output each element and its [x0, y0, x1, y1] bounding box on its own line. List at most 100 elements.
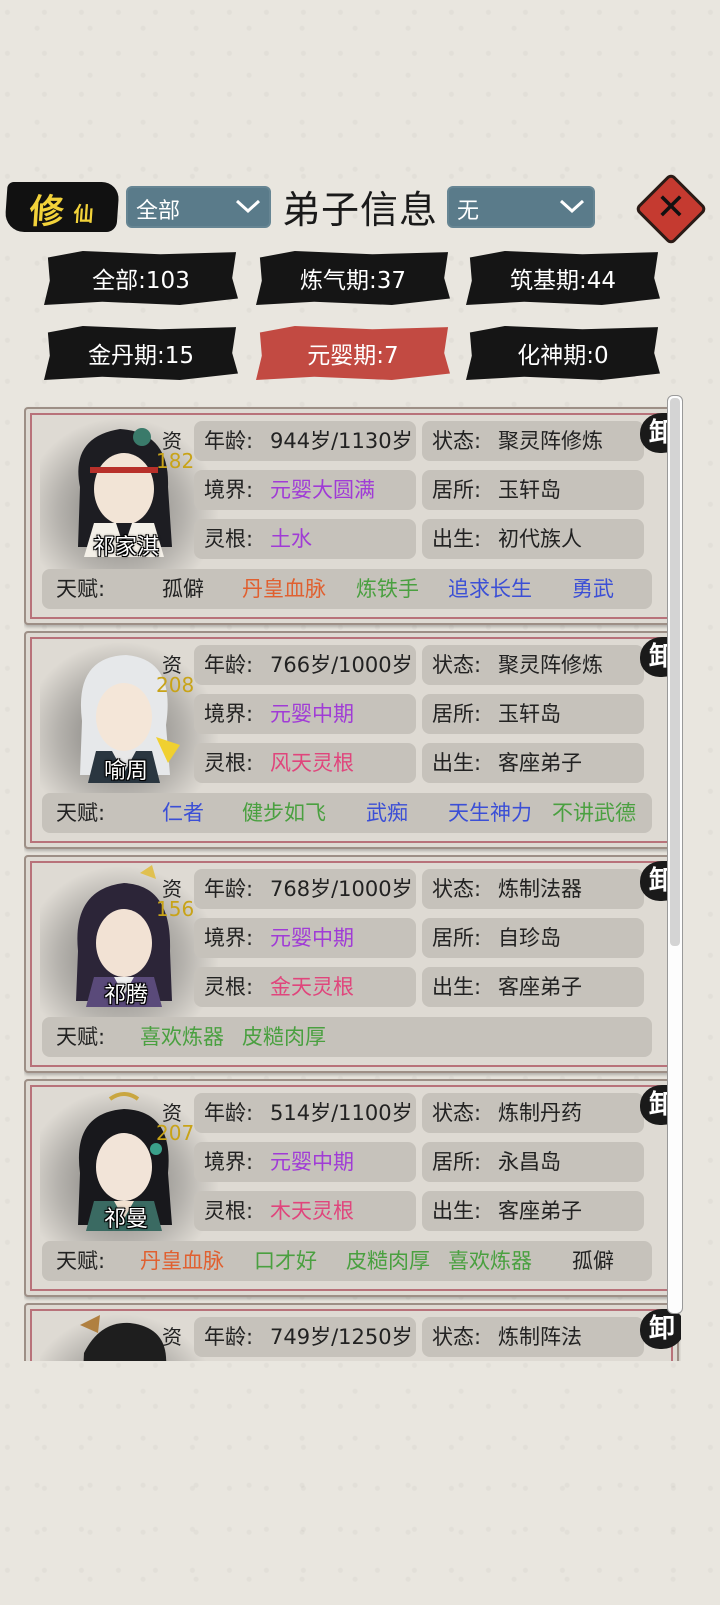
- age-value: 766岁/1000岁: [270, 653, 413, 677]
- disciple-card[interactable]: 资 208 喻周 年龄: 766岁/1000岁 状态: 聚灵阵修炼 境界: 元婴…: [24, 631, 681, 849]
- residence-value: 玉轩岛: [498, 702, 561, 726]
- status-label: 状态:: [432, 877, 482, 901]
- realm-label: 境界:: [204, 1150, 254, 1174]
- age-value: 944岁/1130岁: [270, 429, 413, 453]
- talent-row: 天赋: 仁者 健步如飞 武痴 天生神力 不讲武德: [42, 793, 652, 833]
- disciple-name: 祁曼: [103, 1207, 148, 1232]
- logo-char-big: 修: [28, 192, 66, 232]
- spirit-root-field: 灵根: 木天灵根: [194, 1191, 416, 1231]
- status-label: 状态:: [432, 1325, 482, 1349]
- birth-value: 初代族人: [498, 527, 582, 551]
- talent-row: 天赋: 喜欢炼器 皮糙肉厚: [42, 1017, 652, 1057]
- age-label: 年龄:: [204, 1325, 254, 1349]
- talent-row: 天赋: 孤僻 丹皇血脉 炼铁手 追求长生 勇武: [42, 569, 652, 609]
- page-title: 弟子信息: [282, 188, 439, 232]
- talent-tag: 炼铁手: [356, 577, 419, 601]
- disciple-list[interactable]: 资 182 祁家淇 年龄: 944岁/1130岁 状态: 聚灵阵修炼 境界: 元…: [24, 403, 681, 1361]
- talent-tag: 孤僻: [572, 1249, 614, 1273]
- birth-value: 客座弟子: [498, 751, 582, 775]
- chevron-down-icon: [235, 199, 261, 214]
- residence-field: 居所: 玉轩岛: [422, 470, 644, 510]
- chevron-down-icon: [559, 199, 585, 214]
- realm-field: 境界: 元婴中期: [194, 1142, 416, 1182]
- tab-label: 元婴期:7: [307, 343, 399, 369]
- spirit-root-field: 灵根: 风天灵根: [194, 743, 416, 783]
- retire-button[interactable]: 卸: [640, 1309, 681, 1349]
- tab-label: 金丹期:15: [87, 343, 194, 369]
- birth-field: 出生: 客座弟子: [422, 1191, 644, 1231]
- age-value: 749岁/1250岁: [270, 1325, 413, 1349]
- tab-foundation[interactable]: 筑基期:44: [466, 251, 660, 305]
- realm-value: 元婴中期: [270, 926, 354, 950]
- spirit-root-label: 灵根:: [204, 527, 254, 551]
- realm-value: 元婴大圆满: [270, 478, 375, 502]
- realm-filter-value: 全部: [136, 199, 181, 224]
- talent-tag: 皮糙肉厚: [346, 1249, 430, 1273]
- spirit-root-label: 灵根:: [204, 975, 254, 999]
- tab-qi-refining[interactable]: 炼气期:37: [256, 251, 450, 305]
- realm-label: 境界:: [204, 478, 254, 502]
- birth-field: 出生: 客座弟子: [422, 743, 644, 783]
- age-field: 年龄: 766岁/1000岁: [194, 645, 416, 685]
- close-button[interactable]: ✕: [634, 172, 708, 246]
- tab-nascent-soul[interactable]: 元婴期:7: [256, 326, 450, 380]
- status-value: 炼制丹药: [498, 1101, 582, 1125]
- status-field: 状态: 聚灵阵修炼: [422, 421, 644, 461]
- realm-filter-dropdown[interactable]: 全部: [126, 186, 271, 228]
- talent-label: 天赋:: [56, 801, 106, 825]
- age-value: 514岁/1100岁: [270, 1101, 413, 1125]
- realm-field: 境界: 元婴中期: [194, 694, 416, 734]
- residence-value: 玉轩岛: [498, 478, 561, 502]
- tab-golden-core[interactable]: 金丹期:15: [44, 326, 238, 380]
- status-label: 状态:: [432, 653, 482, 677]
- status-label: 状态:: [432, 1101, 482, 1125]
- disciple-card[interactable]: 资 年龄: 749岁/1250岁 状态: 炼制阵法 卸: [24, 1303, 681, 1361]
- status-field: 状态: 聚灵阵修炼: [422, 645, 644, 685]
- spirit-root-field: 灵根: 金天灵根: [194, 967, 416, 1007]
- birth-label: 出生:: [432, 527, 482, 551]
- birth-field: 出生: 客座弟子: [422, 967, 644, 1007]
- talent-tag: 追求长生: [448, 577, 532, 601]
- talent-tag: 喜欢炼器: [448, 1249, 532, 1273]
- spirit-root-field: 灵根: 土水: [194, 519, 416, 559]
- talent-tag: 丹皇血脉: [140, 1249, 224, 1273]
- status-value: 聚灵阵修炼: [498, 429, 603, 453]
- disciple-card[interactable]: 资 207 祁曼 年龄: 514岁/1100岁 状态: 炼制丹药 境界: 元婴中…: [24, 1079, 681, 1297]
- talent-tag: 丹皇血脉: [242, 577, 326, 601]
- birth-value: 客座弟子: [498, 1199, 582, 1223]
- disciple-name: 祁家淇: [92, 535, 159, 560]
- residence-field: 居所: 自珍岛: [422, 918, 644, 958]
- tab-all[interactable]: 全部:103: [44, 251, 238, 305]
- talent-tag: 喜欢炼器: [140, 1025, 224, 1049]
- residence-value: 自珍岛: [498, 926, 561, 950]
- talent-tag: 仁者: [162, 801, 204, 825]
- talent-tag: 不讲武德: [552, 801, 636, 825]
- aptitude-value: 207: [156, 1121, 195, 1145]
- spirit-root-value: 风天灵根: [270, 751, 354, 775]
- residence-value: 永昌岛: [498, 1150, 561, 1174]
- status-value: 聚灵阵修炼: [498, 653, 603, 677]
- birth-label: 出生:: [432, 1199, 482, 1223]
- tab-label: 炼气期:37: [299, 268, 406, 294]
- tab-spirit-severing[interactable]: 化神期:0: [466, 326, 660, 380]
- age-field: 年龄: 514岁/1100岁: [194, 1093, 416, 1133]
- status-filter-dropdown[interactable]: 无: [447, 186, 595, 228]
- talent-tag: 口才好: [254, 1249, 317, 1273]
- status-filter-value: 无: [457, 199, 480, 224]
- list-scrollbar[interactable]: [667, 395, 683, 1314]
- disciple-card[interactable]: 资 156 祁腾 年龄: 768岁/1000岁 状态: 炼制法器 境界: 元婴中…: [24, 855, 681, 1073]
- realm-field: 境界: 元婴大圆满: [194, 470, 416, 510]
- spirit-root-value: 木天灵根: [270, 1199, 354, 1223]
- scrollbar-thumb[interactable]: [670, 398, 680, 946]
- game-logo: 修 仙: [4, 182, 120, 232]
- talent-label: 天赋:: [56, 577, 106, 601]
- aptitude-label: 资: [162, 1325, 182, 1349]
- disciple-name: 祁腾: [103, 983, 148, 1008]
- residence-field: 居所: 玉轩岛: [422, 694, 644, 734]
- status-field: 状态: 炼制法器: [422, 869, 644, 909]
- realm-value: 元婴中期: [270, 1150, 354, 1174]
- disciple-card[interactable]: 资 182 祁家淇 年龄: 944岁/1130岁 状态: 聚灵阵修炼 境界: 元…: [24, 407, 681, 625]
- age-field: 年龄: 944岁/1130岁: [194, 421, 416, 461]
- birth-label: 出生:: [432, 751, 482, 775]
- talent-tag: 武痴: [366, 801, 408, 825]
